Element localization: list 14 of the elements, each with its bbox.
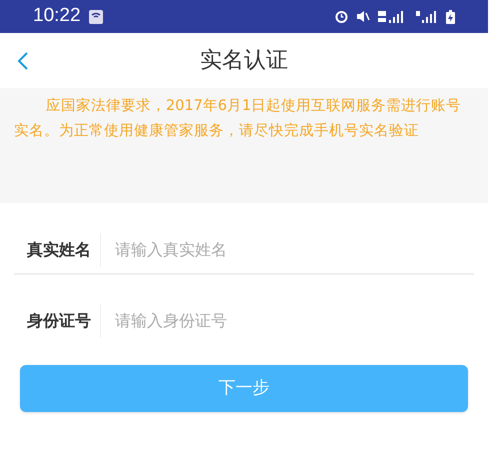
battery-icon: [446, 10, 455, 24]
notice-text: 应国家法律要求，2017年6月1日起使用互联网服务需进行账号实名。为正常使用健康管家服务，请尽快完成手机号实名验证: [14, 96, 462, 141]
page-title: 实名认证: [200, 47, 288, 75]
input-field[interactable]: 请输入身份证号: [115, 309, 474, 333]
field-label: 身份证号: [26, 310, 92, 332]
field-label: 真实姓名: [26, 239, 92, 261]
notification-icon: [88, 10, 103, 24]
input-field[interactable]: 请输入真实姓名: [115, 238, 474, 262]
back-icon[interactable]: [17, 50, 29, 70]
signal-icon: [416, 10, 438, 23]
clock: 10:22: [33, 4, 81, 28]
mute-icon: [356, 10, 370, 23]
next-button[interactable]: 下一步: [20, 365, 468, 412]
alarm-icon: [335, 10, 348, 23]
